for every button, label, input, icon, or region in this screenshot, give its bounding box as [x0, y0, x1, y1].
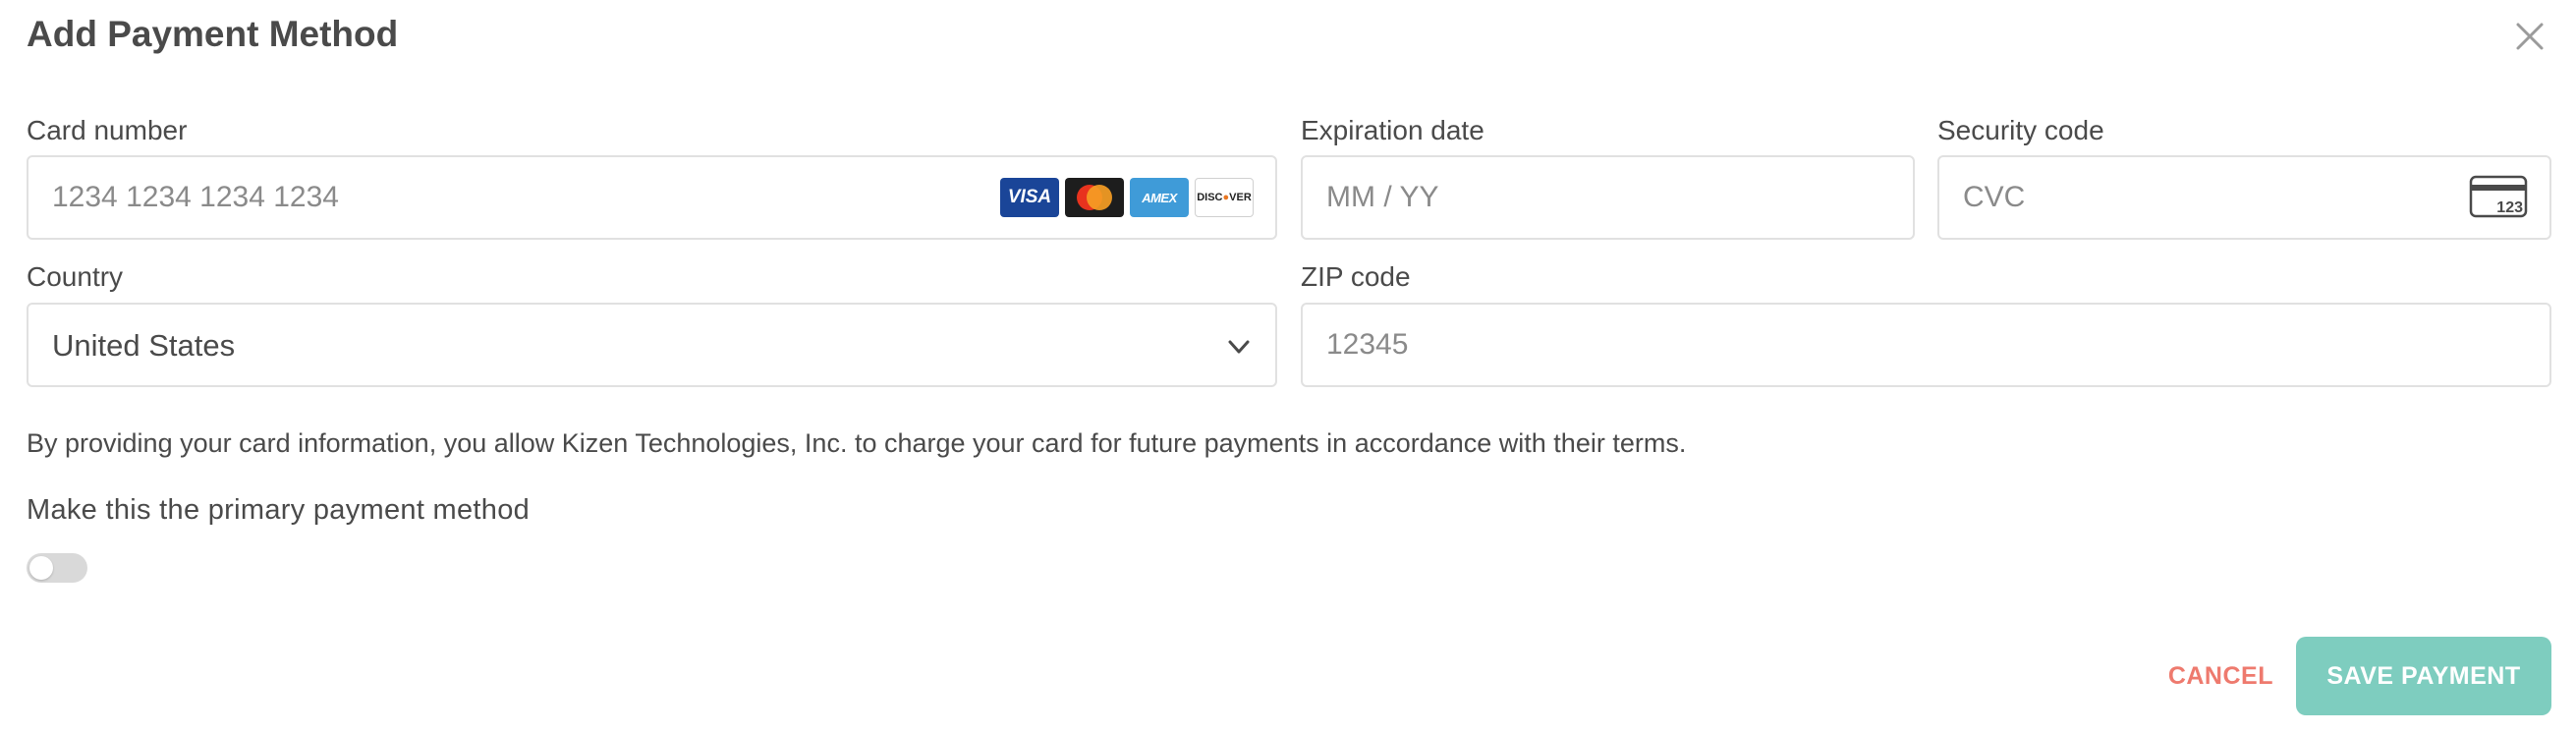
cancel-button[interactable]: CANCEL: [2168, 662, 2273, 691]
card-number-input[interactable]: [52, 157, 801, 238]
primary-toggle[interactable]: [27, 553, 87, 583]
discover-o-mark: ●: [1222, 192, 1230, 203]
dialog-title: Add Payment Method: [27, 14, 399, 54]
zip-input[interactable]: [1326, 305, 2075, 385]
close-icon[interactable]: [2513, 20, 2547, 53]
save-payment-button[interactable]: SAVE PAYMENT: [2296, 637, 2551, 715]
security-code-field[interactable]: 123: [1937, 155, 2551, 240]
primary-toggle-label: Make this the primary payment method: [27, 494, 531, 526]
toggle-knob: [29, 556, 53, 580]
discover-icon: DISC ● VER: [1195, 178, 1254, 217]
country-label: Country: [27, 261, 124, 292]
security-code-label: Security code: [1937, 115, 2104, 145]
zip-label: ZIP code: [1301, 261, 1411, 292]
cvc-icon-text: 123: [2496, 199, 2523, 216]
card-number-label: Card number: [27, 115, 188, 145]
chevron-down-icon: [1228, 340, 1250, 354]
expiration-input[interactable]: [1326, 157, 1693, 238]
visa-icon: VISA: [1000, 178, 1059, 217]
cvc-card-icon: 123: [2469, 175, 2528, 218]
mastercard-icon: [1065, 178, 1124, 217]
terms-text: By providing your card information, you …: [27, 428, 1687, 458]
card-brands: VISA AMEX DISC ● VER: [1000, 178, 1254, 217]
expiration-field[interactable]: [1301, 155, 1915, 240]
zip-field[interactable]: [1301, 303, 2551, 387]
expiration-label: Expiration date: [1301, 115, 1484, 145]
country-select[interactable]: United States: [27, 303, 1277, 387]
amex-icon: AMEX: [1130, 178, 1189, 217]
country-value: United States: [52, 328, 236, 363]
card-number-field[interactable]: VISA AMEX DISC●VER: [27, 155, 1277, 240]
security-code-input[interactable]: [1963, 157, 2329, 238]
